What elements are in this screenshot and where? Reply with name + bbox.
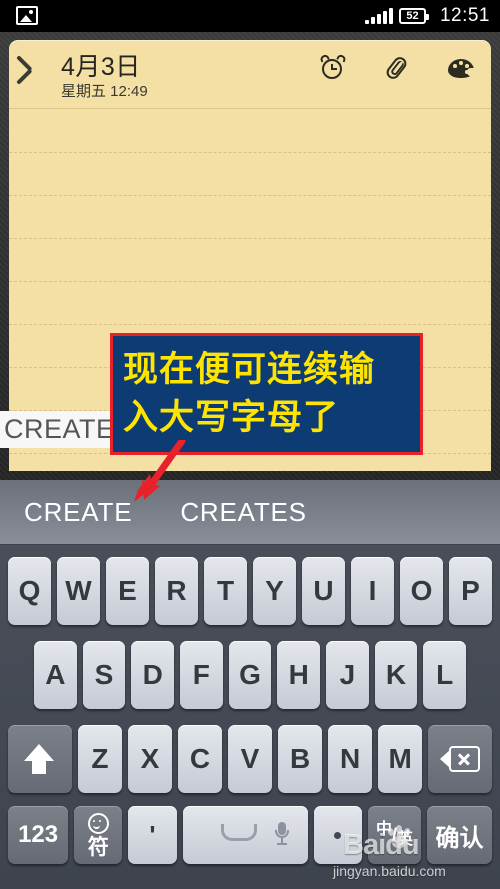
language-toggle-key[interactable]: 中 / 英 xyxy=(367,806,421,864)
alarm-icon[interactable] xyxy=(319,53,347,82)
apostrophe-key[interactable]: ' xyxy=(128,806,177,864)
keyboard-row-1: Q W E R T Y U I O P xyxy=(0,549,500,633)
key-l[interactable]: L xyxy=(423,641,467,709)
annotation-line-2: 入大写字母了 xyxy=(123,398,340,438)
key-y[interactable]: Y xyxy=(253,557,296,625)
key-d[interactable]: D xyxy=(131,641,175,709)
confirm-key[interactable]: 确认 xyxy=(426,806,492,864)
key-s[interactable]: S xyxy=(82,641,126,709)
backspace-icon[interactable] xyxy=(428,725,493,793)
signal-bars-icon xyxy=(364,8,393,24)
space-glyph-icon xyxy=(221,824,258,841)
key-n[interactable]: N xyxy=(328,725,373,793)
period-glyph-icon xyxy=(334,831,342,839)
attachment-icon[interactable] xyxy=(383,54,411,82)
keyboard-row-3: Z X C V B N M xyxy=(0,717,500,801)
status-clock: 12:51 xyxy=(439,5,490,26)
period-key[interactable] xyxy=(313,806,362,864)
key-k[interactable]: K xyxy=(374,641,418,709)
key-j[interactable]: J xyxy=(326,641,369,709)
shift-caps-icon[interactable] xyxy=(8,725,72,793)
key-r[interactable]: R xyxy=(155,557,198,625)
phone-screen: 52 12:51 4月3日 星期五 12:49 CREATE 现在便可连续输 入… xyxy=(0,0,500,889)
key-e[interactable]: E xyxy=(106,557,149,625)
key-b[interactable]: B xyxy=(278,725,323,793)
microphone-icon[interactable] xyxy=(275,822,290,846)
key-a[interactable]: A xyxy=(34,641,77,709)
note-header: 4月3日 星期五 12:49 xyxy=(9,40,491,109)
language-cn-label: 中 xyxy=(375,821,392,838)
note-subtitle: 星期五 12:49 xyxy=(61,83,148,100)
key-f[interactable]: F xyxy=(180,641,223,709)
status-bar-right: 52 12:51 xyxy=(364,0,490,32)
key-g[interactable]: G xyxy=(228,641,272,709)
key-t[interactable]: T xyxy=(204,557,247,625)
keyboard: CREATE CREATES Q W E R T Y U I O P A S D… xyxy=(0,480,500,889)
key-o[interactable]: O xyxy=(400,557,443,625)
key-w[interactable]: W xyxy=(57,557,100,625)
key-z[interactable]: Z xyxy=(77,725,122,793)
key-c[interactable]: C xyxy=(177,725,222,793)
key-x[interactable]: X xyxy=(127,725,172,793)
back-chevron-icon[interactable] xyxy=(22,55,52,93)
key-q[interactable]: Q xyxy=(8,557,51,625)
keyboard-row-4: 123 符 ' 中 / 英 确认 xyxy=(0,801,500,869)
annotation-callout: 现在便可连续输 入大写字母了 xyxy=(110,333,423,455)
key-u[interactable]: U xyxy=(302,557,345,625)
key-i[interactable]: I xyxy=(351,557,394,625)
battery-indicator: 52 xyxy=(398,8,429,24)
suggestion-bar: CREATE CREATES xyxy=(0,480,500,545)
keyboard-row-2: A S D F G H J K L xyxy=(0,633,500,717)
suggestion-item[interactable]: CREATE xyxy=(24,497,132,528)
emoji-icon xyxy=(87,812,109,834)
image-icon xyxy=(16,6,38,25)
suggestion-item[interactable]: CREATES xyxy=(180,497,306,528)
space-key[interactable] xyxy=(182,806,308,864)
status-bar: 52 12:51 xyxy=(0,0,500,32)
language-en-label: 英 xyxy=(396,831,413,848)
keyboard-rows: Q W E R T Y U I O P A S D F G H J K L Z … xyxy=(0,545,500,889)
key-v[interactable]: V xyxy=(228,725,273,793)
palette-icon[interactable] xyxy=(447,54,475,82)
symbol-key-label: 符 xyxy=(87,835,109,859)
note-header-actions xyxy=(319,53,475,82)
symbol-key[interactable]: 符 xyxy=(74,806,123,864)
key-p[interactable]: P xyxy=(449,557,492,625)
composing-text: CREATE xyxy=(0,411,115,448)
key-h[interactable]: H xyxy=(277,641,321,709)
note-title: 4月3日 xyxy=(61,53,141,81)
annotation-line-1: 现在便可连续输 xyxy=(123,350,376,390)
numeric-key[interactable]: 123 xyxy=(8,806,69,864)
key-m[interactable]: M xyxy=(378,725,423,793)
